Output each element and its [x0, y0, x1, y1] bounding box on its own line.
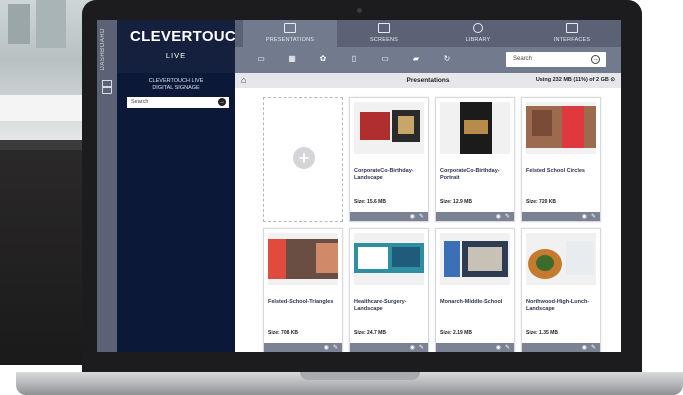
presentation-size: Size: 15.6 MB — [354, 199, 386, 205]
card-actions: ◉ ✎ — [350, 343, 428, 352]
preview-icon[interactable]: ◉ — [496, 344, 501, 351]
presentation-size: Size: 12.9 MB — [440, 199, 472, 205]
presentation-card[interactable]: Northwood-High-Lunch-Landscape Size: 1.3… — [521, 228, 601, 352]
presentation-size: Size: 720 KB — [526, 199, 557, 205]
edit-icon[interactable]: ✎ — [419, 344, 424, 351]
preview-icon[interactable]: ◉ — [582, 344, 587, 351]
preview-icon[interactable]: ◉ — [496, 213, 501, 220]
edit-icon[interactable]: ✎ — [419, 213, 424, 220]
panel-title: CLEVERTOUCH LIVE DIGITAL SIGNAGE — [148, 78, 204, 91]
tab-label: LIBRARY — [465, 37, 491, 43]
presentations-grid: + CorporateCo-Birthday-Landscape Size: 1… — [263, 97, 613, 352]
tab-library[interactable]: LIBRARY — [431, 20, 525, 47]
presentation-size: Size: 1.35 MB — [526, 330, 558, 336]
presentation-icon — [284, 23, 296, 33]
presentation-card[interactable]: CorporateCo-Birthday-Landscape Size: 15.… — [349, 97, 429, 222]
publish-icon[interactable]: ▰ — [411, 54, 421, 64]
presentation-thumbnail[interactable] — [354, 102, 424, 154]
edit-icon[interactable]: ✎ — [591, 213, 596, 220]
card-actions: ◉ ✎ — [436, 212, 514, 221]
display-icon[interactable]: ▭ — [380, 54, 390, 64]
edit-icon[interactable]: ✎ — [505, 213, 510, 220]
presentation-thumbnail[interactable] — [526, 102, 596, 154]
preview-icon[interactable]: ◉ — [324, 344, 329, 351]
presentation-name: CorporateCo-Birthday-Portrait — [440, 168, 500, 181]
laptop-screen: DASHBOARD CLEVERTOUCH® LIVE PRESENTATION… — [97, 20, 621, 352]
preview-icon[interactable]: ◉ — [410, 344, 415, 351]
panel-search-input[interactable]: Search → — [127, 97, 229, 108]
card-actions: ◉ ✎ — [436, 343, 514, 352]
calendar-icon[interactable]: ▦ — [287, 54, 297, 64]
panel-search-placeholder: Search — [131, 99, 149, 105]
left-panel: CLEVERTOUCH LIVE DIGITAL SIGNAGE Search … — [117, 73, 235, 352]
presentation-name: Monarch-Middle-School — [440, 299, 503, 305]
presentation-card[interactable]: Monarch-Middle-School Size: 2.19 MB ◉ ✎ — [435, 228, 515, 352]
presentation-card[interactable]: Felsted-School-Triangles Size: 708 KB ◉ … — [263, 228, 343, 352]
presentation-card[interactable]: CorporateCo-Birthday-Portrait Size: 12.9… — [435, 97, 515, 222]
presentation-name: Healthcare-Surgery-Landscape — [354, 299, 407, 312]
edit-icon[interactable]: ✎ — [333, 344, 338, 351]
edit-icon[interactable]: ✎ — [505, 344, 510, 351]
brand-header: CLEVERTOUCH® LIVE — [117, 20, 252, 73]
search-field[interactable]: Search → — [506, 52, 606, 67]
presentation-name: Felsted-School-Triangles — [268, 299, 334, 305]
tab-presentations[interactable]: PRESENTATIONS — [243, 20, 337, 47]
panel-search-icon[interactable]: → — [218, 98, 226, 106]
presentation-card[interactable]: Healthcare-Surgery-Landscape Size: 24.7 … — [349, 228, 429, 352]
brand-logo: CLEVERTOUCH® — [130, 28, 252, 45]
add-presentation-card[interactable]: + — [263, 97, 343, 222]
window-shape — [8, 4, 30, 44]
settings-icon[interactable]: ✿ — [318, 54, 328, 64]
refresh-icon[interactable]: ↻ — [442, 54, 452, 64]
laptop-notch — [300, 372, 420, 380]
dashboard-label[interactable]: DASHBOARD — [100, 28, 106, 71]
screens-sidebar-icon[interactable] — [102, 80, 112, 88]
tab-label: SCREENS — [370, 37, 398, 43]
presentation-name: Felsted School Circles — [526, 168, 585, 174]
document-icon[interactable]: ▯ — [349, 54, 359, 64]
preview-icon[interactable]: ◉ — [410, 213, 415, 220]
top-navigation: PRESENTATIONS SCREENS LIBRARY INTERFACES — [235, 20, 621, 47]
library-icon — [473, 23, 483, 33]
interfaces-icon — [566, 23, 578, 33]
search-icon[interactable]: → — [591, 55, 600, 64]
preview-icon[interactable]: ◉ — [582, 213, 587, 220]
presentation-size: Size: 24.7 MB — [354, 330, 386, 336]
dashboard-strip: DASHBOARD — [97, 20, 117, 352]
window-shape — [36, 0, 66, 48]
presentation-thumbnail[interactable] — [354, 233, 424, 285]
tab-label: PRESENTATIONS — [265, 37, 315, 43]
breadcrumb: ⌂ Presentations Using 232 MB (11%) of 2 … — [235, 73, 621, 88]
add-icon[interactable]: + — [293, 147, 315, 169]
webcam — [357, 8, 362, 13]
tab-interfaces[interactable]: INTERFACES — [525, 20, 619, 47]
monitor-icon — [378, 23, 390, 33]
card-actions: ◉ ✎ — [522, 212, 600, 221]
toolbar: ▭ ▦ ✿ ▯ ▭ ▰ ↻ Search → — [235, 47, 621, 73]
presentation-card[interactable]: Felsted School Circles Size: 720 KB ◉ ✎ — [521, 97, 601, 222]
card-actions: ◉ ✎ — [522, 343, 600, 352]
presentation-size: Size: 708 KB — [268, 330, 299, 336]
card-actions: ◉ ✎ — [264, 343, 342, 352]
main-content: ⌂ Presentations Using 232 MB (11%) of 2 … — [235, 73, 621, 352]
edit-icon[interactable]: ✎ — [591, 344, 596, 351]
presentation-size: Size: 2.19 MB — [440, 330, 472, 336]
floor-background — [0, 150, 95, 365]
presentation-thumbnail[interactable] — [526, 233, 596, 285]
presentation-thumbnail[interactable] — [268, 233, 338, 285]
search-placeholder: Search — [513, 56, 533, 62]
presentation-thumbnail[interactable] — [440, 233, 510, 285]
new-presentation-icon[interactable]: ▭ — [256, 54, 266, 64]
tab-label: INTERFACES — [553, 37, 591, 43]
presentation-name: Northwood-High-Lunch-Landscape — [526, 299, 590, 312]
presentation-name: CorporateCo-Birthday-Landscape — [354, 168, 414, 181]
brand-subtitle: LIVE — [165, 51, 187, 60]
storage-usage: Using 232 MB (11%) of 2 GB ⊙ — [535, 77, 615, 83]
tab-screens[interactable]: SCREENS — [337, 20, 431, 47]
presentation-thumbnail[interactable] — [440, 102, 510, 154]
card-actions: ◉ ✎ — [350, 212, 428, 221]
